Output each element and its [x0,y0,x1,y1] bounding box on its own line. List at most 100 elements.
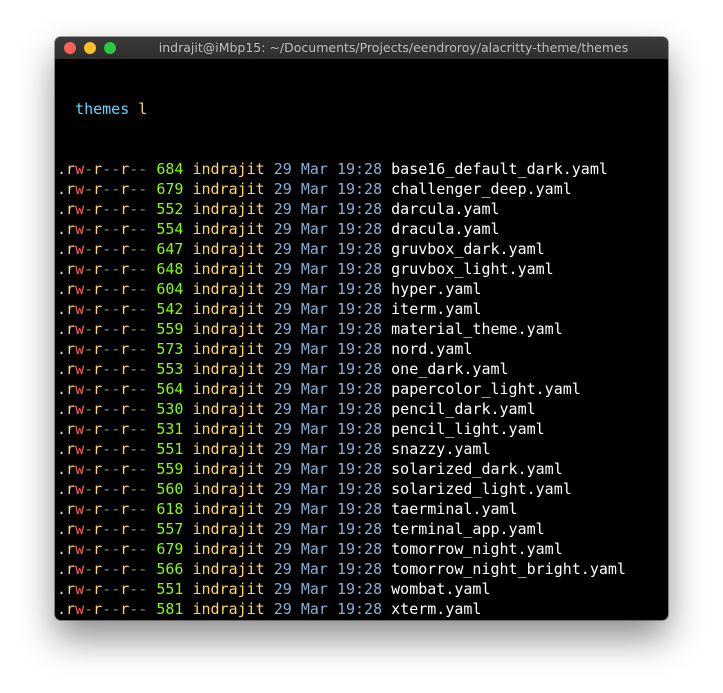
file-name: hyper.yaml [391,280,482,298]
file-size: 648 [156,260,184,278]
file-permissions: .rw-r--r-- [57,540,148,558]
file-listing: .rw-r--r-- 684 indrajit 29 Mar 19:28 bas… [57,159,666,618]
file-permissions: .rw-r--r-- [57,460,148,478]
file-name: xterm.yaml [391,600,482,618]
list-item: .rw-r--r-- 551 indrajit 29 Mar 19:28 wom… [57,579,666,599]
list-item: .rw-r--r-- 559 indrajit 29 Mar 19:28 sol… [57,459,666,479]
file-date: 29 Mar 19:28 [273,400,383,418]
file-permissions: .rw-r--r-- [57,180,148,198]
file-owner: indrajit [192,580,265,598]
window-title: indrajit@iMbp15: ~/Documents/Projects/ee… [158,40,629,55]
list-item: .rw-r--r-- 553 indrajit 29 Mar 19:28 one… [57,359,666,379]
file-date: 29 Mar 19:28 [273,380,383,398]
file-date: 29 Mar 19:28 [273,540,383,558]
file-owner: indrajit [192,280,265,298]
file-permissions: .rw-r--r-- [57,580,148,598]
file-permissions: .rw-r--r-- [57,200,148,218]
file-owner: indrajit [192,420,265,438]
file-size: 560 [156,480,184,498]
list-item: .rw-r--r-- 551 indrajit 29 Mar 19:28 sna… [57,439,666,459]
file-date: 29 Mar 19:28 [273,580,383,598]
file-name: solarized_dark.yaml [391,460,563,478]
file-size: 566 [156,560,184,578]
file-permissions: .rw-r--r-- [57,220,148,238]
file-owner: indrajit [192,520,265,538]
file-date: 29 Mar 19:28 [273,560,383,578]
list-item: .rw-r--r-- 552 indrajit 29 Mar 19:28 dar… [57,199,666,219]
file-name: tomorrow_night_bright.yaml [391,560,626,578]
file-owner: indrajit [192,460,265,478]
file-permissions: .rw-r--r-- [57,420,148,438]
file-date: 29 Mar 19:28 [273,160,383,178]
file-date: 29 Mar 19:28 [273,440,383,458]
title-bar[interactable]: indrajit@iMbp15: ~/Documents/Projects/ee… [55,37,668,60]
file-name: dracula.yaml [391,220,500,238]
file-name: wombat.yaml [391,580,491,598]
file-date: 29 Mar 19:28 [273,360,383,378]
file-size: 552 [156,200,184,218]
close-button[interactable] [64,42,76,54]
file-size: 554 [156,220,184,238]
file-date: 29 Mar 19:28 [273,340,383,358]
file-size: 581 [156,600,184,618]
list-item: .rw-r--r-- 566 indrajit 29 Mar 19:28 tom… [57,559,666,579]
file-size: 679 [156,540,184,558]
file-permissions: .rw-r--r-- [57,260,148,278]
file-name: iterm.yaml [391,300,482,318]
file-permissions: .rw-r--r-- [57,360,148,378]
list-item: .rw-r--r-- 581 indrajit 29 Mar 19:28 xte… [57,599,666,618]
prompt-directory: themes [75,100,130,118]
file-owner: indrajit [192,440,265,458]
file-size: 542 [156,300,184,318]
file-owner: indrajit [192,340,265,358]
file-owner: indrajit [192,360,265,378]
file-size: 679 [156,180,184,198]
zoom-button[interactable] [104,42,116,54]
file-date: 29 Mar 19:28 [273,220,383,238]
file-size: 531 [156,420,184,438]
file-owner: indrajit [192,400,265,418]
list-item: .rw-r--r-- 573 indrajit 29 Mar 19:28 nor… [57,339,666,359]
file-name: solarized_light.yaml [391,480,572,498]
file-date: 29 Mar 19:28 [273,520,383,538]
file-permissions: .rw-r--r-- [57,340,148,358]
file-size: 559 [156,320,184,338]
file-permissions: .rw-r--r-- [57,480,148,498]
list-item: .rw-r--r-- 557 indrajit 29 Mar 19:28 ter… [57,519,666,539]
file-date: 29 Mar 19:28 [273,460,383,478]
file-date: 29 Mar 19:28 [273,180,383,198]
file-date: 29 Mar 19:28 [273,600,383,618]
minimize-button[interactable] [84,42,96,54]
terminal-output[interactable]: themes l .rw-r--r-- 684 indrajit 29 Mar … [57,59,666,618]
list-item: .rw-r--r-- 542 indrajit 29 Mar 19:28 ite… [57,299,666,319]
list-item: .rw-r--r-- 618 indrajit 29 Mar 19:28 tae… [57,499,666,519]
file-permissions: .rw-r--r-- [57,600,148,618]
terminal-window[interactable]: indrajit@iMbp15: ~/Documents/Projects/ee… [55,37,668,620]
file-permissions: .rw-r--r-- [57,300,148,318]
prompt-line: themes l [57,99,666,119]
file-owner: indrajit [192,200,265,218]
file-size: 559 [156,460,184,478]
file-size: 618 [156,500,184,518]
file-owner: indrajit [192,180,265,198]
file-owner: indrajit [192,560,265,578]
file-permissions: .rw-r--r-- [57,400,148,418]
file-owner: indrajit [192,160,265,178]
file-date: 29 Mar 19:28 [273,240,383,258]
file-date: 29 Mar 19:28 [273,320,383,338]
file-name: darcula.yaml [391,200,500,218]
file-size: 551 [156,580,184,598]
list-item: .rw-r--r-- 604 indrajit 29 Mar 19:28 hyp… [57,279,666,299]
file-permissions: .rw-r--r-- [57,500,148,518]
file-date: 29 Mar 19:28 [273,300,383,318]
file-owner: indrajit [192,600,265,618]
file-name: terminal_app.yaml [391,520,545,538]
file-owner: indrajit [192,480,265,498]
file-size: 551 [156,440,184,458]
file-size: 647 [156,240,184,258]
list-item: .rw-r--r-- 531 indrajit 29 Mar 19:28 pen… [57,419,666,439]
file-size: 557 [156,520,184,538]
file-owner: indrajit [192,260,265,278]
file-owner: indrajit [192,320,265,338]
list-item: .rw-r--r-- 684 indrajit 29 Mar 19:28 bas… [57,159,666,179]
